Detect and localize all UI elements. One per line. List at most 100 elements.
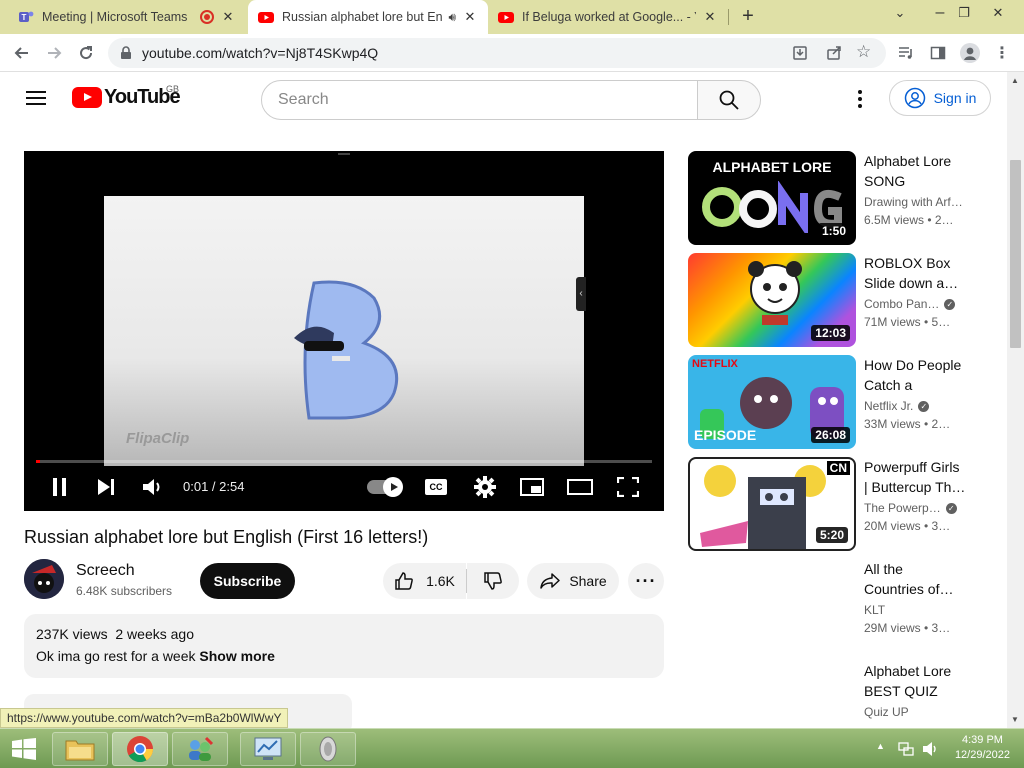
pause-icon xyxy=(53,478,66,496)
tab-youtube-beluga[interactable]: If Beluga worked at Google... - Yo ✕ xyxy=(488,0,728,34)
taskbar-network-app[interactable] xyxy=(172,732,228,766)
bookmark-star-icon[interactable]: ☆ xyxy=(856,42,871,62)
recommendation-channel[interactable]: Drawing with Arf… xyxy=(864,195,963,209)
new-tab-button[interactable]: + xyxy=(736,5,760,29)
video-thumbnail[interactable]: 12:03 xyxy=(688,253,856,347)
recommendation-meta: 20M views • 3… xyxy=(864,519,951,533)
region-code: GB xyxy=(166,84,180,94)
network-tray-icon[interactable] xyxy=(898,741,914,757)
taskbar-explorer[interactable] xyxy=(52,732,108,766)
system-clock[interactable]: 4:39 PM 12/29/2022 xyxy=(955,733,1010,763)
lock-icon[interactable] xyxy=(120,46,132,60)
recommendation-meta: 29M views • 3… xyxy=(864,621,951,635)
audio-playing-icon[interactable]: 🔊︎ xyxy=(448,10,456,25)
close-tab-icon[interactable]: ✕ xyxy=(220,9,236,25)
duration-badge: 1:50 xyxy=(817,223,850,239)
video-thumbnail-loading[interactable] xyxy=(688,559,856,653)
recommendation-title[interactable]: How Do People Catch a Cold?… xyxy=(864,355,966,395)
show-more-link[interactable]: Show more xyxy=(199,648,274,664)
recommendation-item[interactable]: 12:03 ROBLOX Box Slide down a… Combo Pan… xyxy=(688,253,998,347)
taskbar-chrome[interactable] xyxy=(112,732,168,766)
back-button[interactable] xyxy=(8,39,36,67)
tab-teams[interactable]: T Meeting | Microsoft Teams ✕ xyxy=(8,0,246,34)
side-expand-handle[interactable]: ‹ xyxy=(576,277,586,311)
show-hidden-icons[interactable]: ▲ xyxy=(876,741,885,751)
video-player[interactable]: FlipaClip ‹ 0:01 / 2:54 CC xyxy=(24,151,664,511)
channel-name[interactable]: Screech xyxy=(76,562,135,580)
teams-icon: T xyxy=(19,11,34,22)
chrome-icon xyxy=(127,736,154,763)
recommendation-item[interactable]: NETFLIX EPISODE 26:08 How Do People Catc… xyxy=(688,355,998,449)
recommendation-item[interactable]: CN 5:20 Powerpuff Girls | Buttercup Th… … xyxy=(688,457,998,551)
share-button[interactable]: Share xyxy=(527,563,619,599)
start-button[interactable] xyxy=(6,735,42,763)
browser-toolbar: youtube.com/watch?v=Nj8T4SKwp4Q ☆ ⋮ xyxy=(0,34,1024,72)
recommendation-channel[interactable]: Quiz UP xyxy=(864,705,909,719)
youtube-page: YouTube GB Search Sign in FlipaClip ‹ 0:… xyxy=(0,72,1024,728)
search-button[interactable] xyxy=(697,80,761,120)
search-input[interactable]: Search xyxy=(261,80,698,120)
install-app-icon[interactable] xyxy=(792,45,808,61)
side-panel-button[interactable] xyxy=(924,39,952,67)
dislike-button[interactable] xyxy=(467,563,519,599)
recommendation-title[interactable]: Alphabet Lore SONG @Mike… xyxy=(864,151,966,191)
tab-youtube-active[interactable]: Russian alphabet lore but En 🔊︎ ✕ xyxy=(248,0,488,34)
recommendation-channel[interactable]: Netflix Jr. ✓ xyxy=(864,399,930,413)
progress-bar[interactable] xyxy=(36,460,652,463)
scroll-up-arrow-icon[interactable]: ▲ xyxy=(1011,76,1019,85)
video-thumbnail-loading[interactable] xyxy=(688,661,856,728)
subscribe-button[interactable]: Subscribe xyxy=(200,563,295,599)
miniplayer-button[interactable] xyxy=(518,473,546,501)
tab-search-button[interactable]: ⌄ xyxy=(880,0,920,26)
chrome-menu-button[interactable]: ⋮ xyxy=(988,39,1016,67)
close-window-button[interactable]: ✕ xyxy=(978,0,1018,26)
recommendation-title[interactable]: Alphabet Lore BEST QUIZ 33… xyxy=(864,661,966,701)
recommendation-title[interactable]: Powerpuff Girls | Buttercup Th… xyxy=(864,457,966,497)
recommendation-title[interactable]: ROBLOX Box Slide down a… xyxy=(864,253,966,293)
windows-logo-icon xyxy=(12,738,36,760)
volume-tray-icon[interactable] xyxy=(922,741,940,757)
taskbar-monitor-app[interactable] xyxy=(240,732,296,766)
page-scrollbar[interactable]: ▲ ▼ xyxy=(1007,72,1024,728)
close-tab-icon[interactable]: ✕ xyxy=(462,9,478,25)
reload-button[interactable] xyxy=(72,39,100,67)
share-page-icon[interactable] xyxy=(826,45,842,61)
recommendation-item[interactable]: Alphabet Lore BEST QUIZ 33… Quiz UP xyxy=(688,661,998,728)
video-thumbnail[interactable]: ALPHABET LORE 1:50 xyxy=(688,151,856,245)
taskbar-sound-app[interactable] xyxy=(300,732,356,766)
recommendation-channel[interactable]: The Powerp… ✓ xyxy=(864,501,957,515)
scrollbar-thumb[interactable] xyxy=(1010,160,1021,348)
theater-mode-button[interactable] xyxy=(565,473,595,501)
reading-list-button[interactable] xyxy=(892,39,920,67)
youtube-logo[interactable]: YouTube GB xyxy=(72,84,181,109)
upload-age: 2 weeks ago xyxy=(115,626,194,642)
recommendation-item[interactable]: ALPHABET LORE 1:50 Alphabet Lore SONG @M… xyxy=(688,151,998,245)
like-button[interactable]: 1.6K xyxy=(383,563,466,599)
more-actions-button[interactable]: ··· xyxy=(628,563,664,599)
menu-hamburger-icon[interactable] xyxy=(26,91,46,105)
recommendation-channel[interactable]: KLT xyxy=(864,603,885,617)
recommendation-title[interactable]: All the Countries of… xyxy=(864,559,966,599)
fullscreen-button[interactable] xyxy=(614,473,642,501)
description-box[interactable]: 237K views 2 weeks ago Ok ima go rest fo… xyxy=(24,614,664,678)
clock-date: 12/29/2022 xyxy=(954,749,1010,761)
video-thumbnail[interactable]: NETFLIX EPISODE 26:08 xyxy=(688,355,856,449)
tab-title: Meeting | Microsoft Teams xyxy=(42,10,188,24)
address-bar[interactable]: youtube.com/watch?v=Nj8T4SKwp4Q ☆ xyxy=(108,38,886,68)
recommendation-channel[interactable]: Combo Pan… ✓ xyxy=(864,297,956,311)
video-thumbnail[interactable]: CN 5:20 xyxy=(688,457,856,551)
pause-button[interactable] xyxy=(46,473,74,501)
sign-in-button[interactable]: Sign in xyxy=(889,80,991,116)
autoplay-toggle[interactable] xyxy=(366,473,403,501)
channel-avatar[interactable] xyxy=(24,559,64,599)
captions-button[interactable]: CC xyxy=(424,473,448,501)
settings-kebab-icon[interactable] xyxy=(850,86,870,112)
scroll-down-arrow-icon[interactable]: ▼ xyxy=(1011,715,1019,724)
settings-button[interactable] xyxy=(471,473,499,501)
volume-button[interactable] xyxy=(138,473,168,501)
close-tab-icon[interactable]: ✕ xyxy=(702,9,718,25)
forward-button[interactable] xyxy=(40,39,68,67)
next-button[interactable] xyxy=(92,473,120,501)
profile-button[interactable] xyxy=(956,39,984,67)
recommendation-item[interactable]: All the Countries of… KLT 29M views • 3… xyxy=(688,559,998,653)
